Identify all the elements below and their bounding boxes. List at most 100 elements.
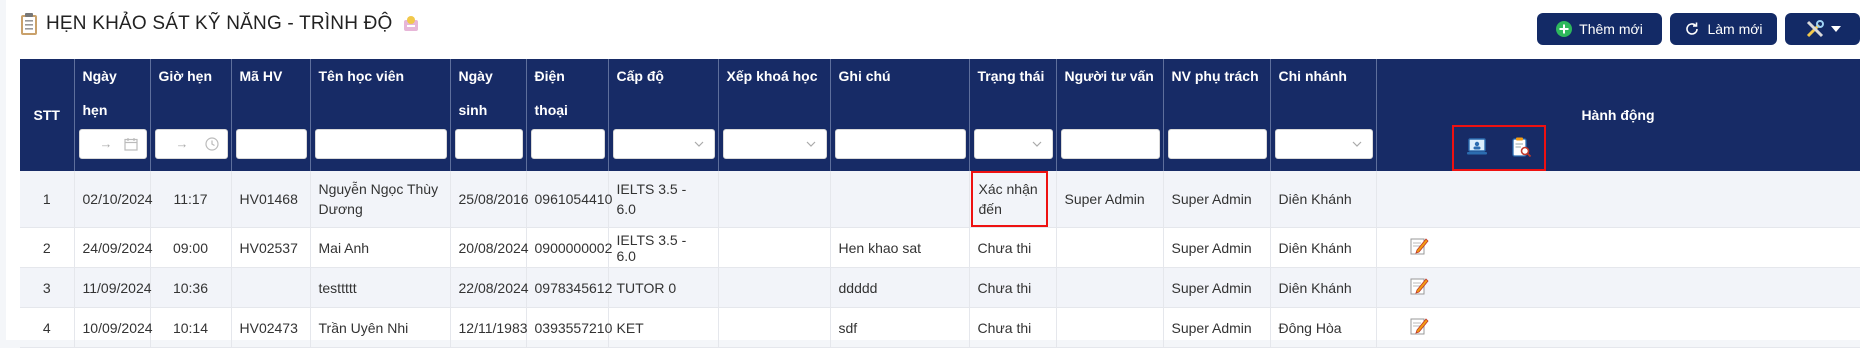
col-code: Mã HV xyxy=(231,59,311,127)
cell-date: 11/09/2024 xyxy=(74,267,152,308)
cell-code: HV01468 xyxy=(231,171,311,228)
cell-branch: Diên Khánh xyxy=(1270,227,1377,268)
filter-cell-dob xyxy=(450,127,527,171)
time-range-filter[interactable]: → xyxy=(154,129,228,159)
table-body: 1 02/10/2024 11:17 HV01468 Nguyễn Ngọc T… xyxy=(20,171,1860,348)
level-filter-select[interactable] xyxy=(612,129,715,159)
cell-level: KET xyxy=(608,307,719,348)
col-course: Xếp khoá học xyxy=(718,59,831,127)
cell-time: 11:17 xyxy=(150,171,232,228)
cell-name: Trần Uyên Nhi xyxy=(310,307,451,348)
name-filter-input[interactable] xyxy=(314,129,447,159)
add-new-label: Thêm mới xyxy=(1579,21,1643,37)
course-filter-select[interactable] xyxy=(722,129,827,159)
dob-filter-input[interactable] xyxy=(454,129,523,159)
cell-name: Mai Anh xyxy=(310,227,451,268)
branch-filter-select[interactable] xyxy=(1274,129,1373,159)
cell-code: HV02473 xyxy=(231,307,311,348)
chevron-down-icon xyxy=(1032,141,1041,147)
filter-cell-branch xyxy=(1270,127,1377,171)
title-group: HẸN KHẢO SÁT KỸ NĂNG - TRÌNH ĐỘ xyxy=(20,12,421,36)
status-highlight: Xác nhận đến xyxy=(970,171,1048,227)
cell-actions xyxy=(1376,307,1860,348)
phone-filter-input[interactable] xyxy=(530,129,605,159)
cell-name: Nguyễn Ngọc Thùy Dương xyxy=(310,171,451,228)
cell-stt: 1 xyxy=(20,171,75,228)
cell-code xyxy=(231,267,311,308)
cell-course xyxy=(718,267,831,308)
arrow-right-icon: → xyxy=(99,136,113,151)
chevron-down-icon xyxy=(806,141,815,147)
tools-icon xyxy=(1806,20,1824,38)
table-header: STT Ngày hẹn Giờ hẹn Mã HV Tên học viên … xyxy=(20,59,1860,171)
cell-phone: 0978345612 xyxy=(526,267,612,308)
cell-time: 09:00 xyxy=(150,227,232,268)
cell-stt: 2 xyxy=(20,227,75,268)
col-level: Cấp độ xyxy=(608,59,719,127)
cell-branch: Đông Hòa xyxy=(1270,307,1377,348)
cell-actions xyxy=(1376,227,1860,268)
filter-cell-code xyxy=(231,127,311,171)
cell-date: 10/09/2024 xyxy=(74,307,153,348)
table-row[interactable]: 3 11/09/2024 10:36 testtttt 22/08/2024 0… xyxy=(20,267,1860,308)
col-date: Ngày hẹn xyxy=(74,59,151,127)
cell-advisor xyxy=(1056,227,1164,268)
code-filter-input[interactable] xyxy=(235,129,307,159)
edit-note-icon[interactable] xyxy=(1409,316,1429,336)
certificate-icon xyxy=(403,16,418,31)
cell-note xyxy=(830,171,970,228)
cell-date: 02/10/2024 xyxy=(74,171,153,228)
edit-note-icon[interactable] xyxy=(1409,236,1429,256)
cell-dob: 25/08/2016 xyxy=(450,171,529,228)
tools-dropdown-button[interactable] xyxy=(1785,13,1860,45)
cell-phone: 0393557210 xyxy=(526,307,612,348)
staff-filter-input[interactable] xyxy=(1167,129,1267,159)
cell-level: TUTOR 0 xyxy=(608,267,719,308)
calendar-icon xyxy=(123,138,138,151)
cell-actions xyxy=(1376,267,1860,308)
note-filter-input[interactable] xyxy=(834,129,966,159)
date-range-filter[interactable]: → xyxy=(78,129,147,159)
col-name: Tên học viên xyxy=(310,59,451,127)
cell-branch: Diên Khánh xyxy=(1270,267,1377,308)
table-row[interactable]: 2 24/09/2024 09:00 HV02537 Mai Anh 20/08… xyxy=(20,227,1860,268)
cell-stt: 4 xyxy=(20,307,75,348)
cell-branch: Diên Khánh xyxy=(1270,171,1377,228)
clipboard-list-icon xyxy=(21,13,37,35)
filter-cell-phone xyxy=(526,127,609,171)
advisor-filter-input[interactable] xyxy=(1060,129,1160,159)
clipboard-search-icon[interactable] xyxy=(1510,136,1532,158)
col-dob: Ngày sinh xyxy=(450,59,527,127)
filter-cell-course xyxy=(718,127,831,171)
add-new-button[interactable]: Thêm mới xyxy=(1537,13,1662,45)
row-actions-highlight xyxy=(1452,125,1546,171)
cell-date: 24/09/2024 xyxy=(74,227,153,268)
laptop-test-icon[interactable] xyxy=(1466,136,1488,158)
status-filter-select[interactable] xyxy=(973,129,1053,159)
cell-course xyxy=(718,307,831,348)
filter-cell-level xyxy=(608,127,719,171)
filter-cell-time: → xyxy=(150,127,232,171)
col-advisor: Người tư vấn xyxy=(1056,59,1164,127)
table-row[interactable]: 1 02/10/2024 11:17 HV01468 Nguyễn Ngọc T… xyxy=(20,171,1860,228)
col-stt: STT xyxy=(20,59,75,171)
cell-status: Chưa thi xyxy=(969,267,1057,308)
cell-phone: 0961054410 xyxy=(526,171,612,228)
cell-status: Chưa thi xyxy=(969,307,1057,348)
col-phone: Điện thoại xyxy=(526,59,609,127)
col-note: Ghi chú xyxy=(830,59,970,127)
refresh-icon xyxy=(1686,22,1699,35)
cell-time: 10:14 xyxy=(150,307,232,348)
chevron-down-icon xyxy=(694,141,703,147)
cell-level: IELTS 3.5 - 6.0 xyxy=(608,227,719,268)
edit-note-icon[interactable] xyxy=(1409,276,1429,296)
cell-dob: 20/08/2024 xyxy=(450,227,529,268)
cell-status: Xác nhận đến xyxy=(969,171,1057,228)
refresh-label: Làm mới xyxy=(1707,21,1763,37)
caret-down-icon xyxy=(1830,26,1841,32)
refresh-button[interactable]: Làm mới xyxy=(1670,13,1777,45)
appointment-table: STT Ngày hẹn Giờ hẹn Mã HV Tên học viên … xyxy=(20,59,1860,348)
page-title: HẸN KHẢO SÁT KỸ NĂNG - TRÌNH ĐỘ xyxy=(46,13,393,34)
table-row[interactable]: 4 10/09/2024 10:14 HV02473 Trần Uyên Nhi… xyxy=(20,307,1860,348)
col-branch: Chi nhánh xyxy=(1270,59,1377,127)
